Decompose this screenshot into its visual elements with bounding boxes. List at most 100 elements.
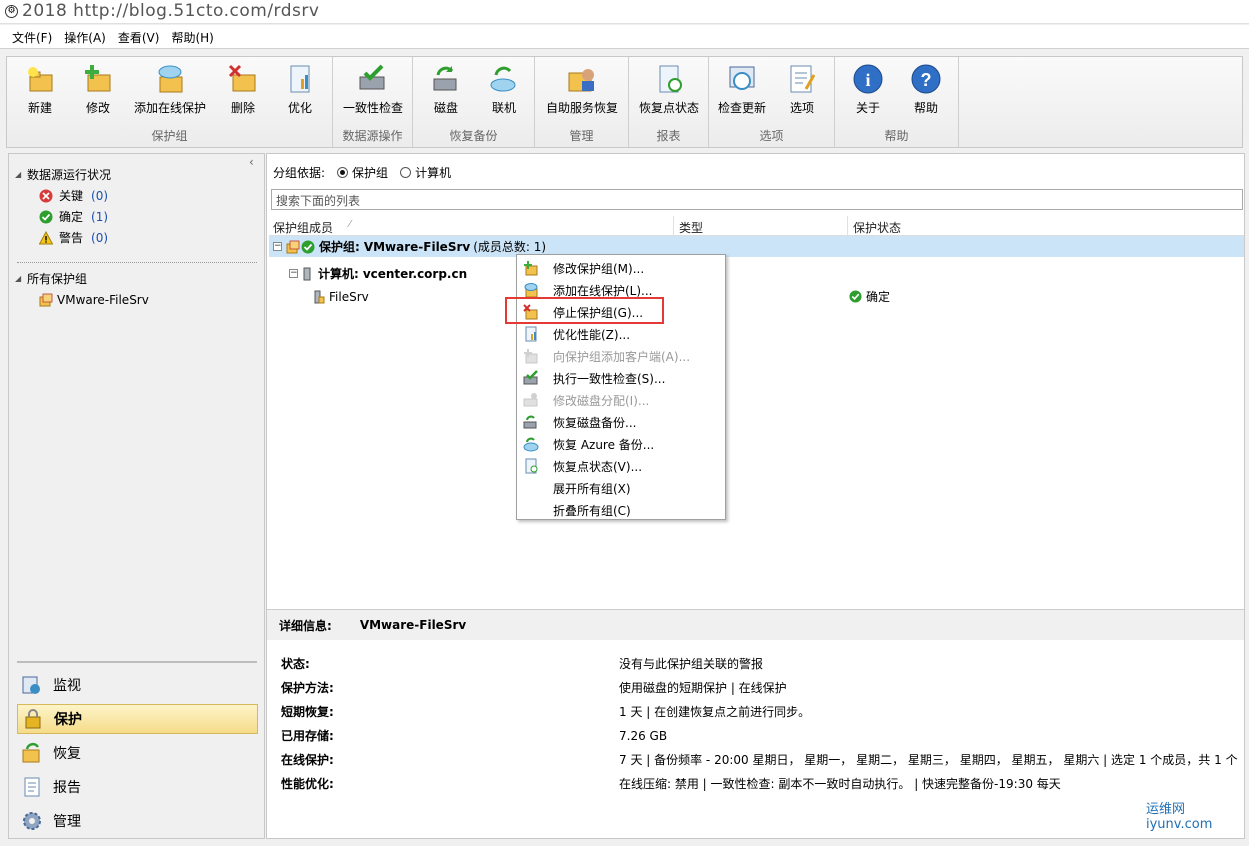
new-group-icon	[28, 67, 53, 92]
sort-indicator-icon: ⁄	[349, 219, 351, 230]
radio-group-by-protection-group[interactable]	[337, 167, 349, 178]
health-ok[interactable]: 确定 (1)	[15, 206, 111, 227]
check-update-icon	[729, 66, 755, 90]
menu-item-recover-disk[interactable]: 恢复磁盘备份...	[517, 411, 725, 433]
menu-item-consistency-check[interactable]: 执行一致性检查(S)...	[517, 367, 725, 389]
computer-row[interactable]: − 计算机: vcenter.corp.cn	[269, 263, 1244, 284]
ribbon-group-options: 检查更新 选项 选项	[709, 57, 835, 147]
collapse-toggle-icon[interactable]: −	[273, 242, 282, 251]
protection-lock-icon	[25, 709, 41, 729]
app-icon: ⚙	[5, 5, 18, 18]
recovery-point-icon	[525, 458, 538, 474]
column-divider[interactable]	[673, 216, 674, 236]
ribbon-toolbar: 新建 修改 添加在线保护 删除 优化 保护组 一致性检查 数据源操作 磁盘 联机…	[6, 56, 1243, 148]
ribbon-group-help: i 关于 ? 帮助 帮助	[835, 57, 959, 147]
health-critical[interactable]: 关键 (0)	[15, 185, 111, 206]
groups-tree: ◢ 所有保护组 VMware-FileSrv	[15, 268, 149, 310]
self-service-recovery-button[interactable]: 自助服务恢复	[541, 61, 623, 121]
about-button[interactable]: i 关于	[839, 61, 897, 121]
nav-management[interactable]: 管理	[17, 806, 258, 836]
column-type[interactable]: 类型	[679, 219, 703, 236]
health-warning[interactable]: 警告 (0)	[15, 227, 111, 248]
nav-divider	[17, 661, 257, 663]
disk-allocation-icon	[523, 393, 538, 407]
menu-action[interactable]: 操作(A)	[58, 25, 112, 48]
disk-recovery-icon	[433, 66, 457, 91]
add-online-protection-button[interactable]: 添加在线保护	[132, 61, 208, 121]
collapse-toggle-icon[interactable]: −	[289, 269, 298, 278]
recovery-point-status-button[interactable]: 恢复点状态	[635, 61, 703, 121]
expand-triangle-icon[interactable]: ◢	[15, 170, 27, 179]
menu-item-collapse-all[interactable]: 折叠所有组(C)	[517, 499, 725, 521]
modify-group-icon	[85, 65, 111, 92]
ribbon-group-manage: 自助服务恢复 管理	[535, 57, 629, 147]
radio-group-by-computer[interactable]	[400, 167, 412, 178]
check-update-button[interactable]: 检查更新	[713, 61, 771, 121]
critical-icon	[39, 189, 53, 202]
protection-group-row[interactable]: − 保护组: VMware-FileSrv (成员总数: 1)	[269, 236, 1244, 257]
ok-icon	[39, 210, 53, 223]
menu-help[interactable]: 帮助(H)	[165, 25, 219, 48]
detail-short-term: 短期恢复: 1 天 | 在创建恢复点之前进行同步。	[281, 705, 811, 719]
nav-reporting[interactable]: 报告	[17, 772, 258, 802]
nav-recovery[interactable]: 恢复	[17, 738, 258, 768]
divider	[17, 262, 257, 263]
nav-protection[interactable]: 保护	[17, 704, 258, 734]
column-member[interactable]: 保护组成员	[273, 219, 333, 236]
search-input[interactable]: 搜索下面的列表	[271, 189, 1243, 210]
column-divider[interactable]	[847, 216, 848, 236]
optimize-icon	[525, 326, 537, 342]
options-icon	[790, 65, 816, 93]
disk-recovery-button[interactable]: 磁盘	[417, 61, 475, 121]
modify-button[interactable]: 修改	[69, 61, 127, 121]
all-groups-header[interactable]: ◢ 所有保护组	[15, 268, 149, 289]
ok-icon	[301, 240, 315, 253]
collapse-pane-icon[interactable]: ‹	[249, 155, 254, 169]
svg-text:?: ?	[921, 70, 932, 90]
optimize-icon	[290, 65, 310, 93]
column-status[interactable]: 保护状态	[853, 219, 901, 236]
column-header: 保护组成员 ⁄ 类型 保护状态	[269, 216, 1244, 236]
recovery-point-icon	[659, 65, 682, 93]
details-panel: 详细信息: VMware-FileSrv 状态: 没有与此保护组关联的警报 保护方…	[267, 609, 1244, 838]
online-recovery-button[interactable]: 联机	[475, 61, 533, 121]
menu-item-optimize[interactable]: 优化性能(Z)...	[517, 323, 725, 345]
title-bar: ⚙ 2018 http://blog.51cto.com/rdsrv	[0, 0, 1249, 24]
azure-recovery-icon	[523, 437, 539, 452]
branding-logo: 运维网 iyunv.com	[1146, 802, 1213, 832]
watermark: 2018 http://blog.51cto.com/rdsrv	[22, 1, 320, 21]
highlight-box	[505, 297, 664, 324]
menu-file[interactable]: 文件(F)	[6, 25, 58, 48]
help-button[interactable]: ? 帮助	[897, 61, 955, 121]
consistency-check-button[interactable]: 一致性检查	[337, 61, 409, 121]
delete-group-icon	[228, 64, 256, 92]
modify-group-icon	[524, 261, 538, 276]
health-header[interactable]: ◢ 数据源运行状况	[15, 164, 111, 185]
menu-item-expand-all[interactable]: 展开所有组(X)	[517, 477, 725, 499]
management-gear-icon	[23, 812, 41, 830]
group-by-bar: 分组依据: 保护组 计算机	[273, 166, 452, 180]
optimize-button[interactable]: 优化	[271, 61, 329, 121]
group-item-vmware-filesrv[interactable]: VMware-FileSrv	[15, 289, 149, 310]
menu-item-modify-group[interactable]: 修改保护组(M)...	[517, 257, 725, 279]
ribbon-group-datasource: 一致性检查 数据源操作	[333, 57, 413, 147]
member-status: 确定	[849, 288, 890, 305]
expand-triangle-icon[interactable]: ◢	[15, 274, 27, 283]
new-button[interactable]: 新建	[11, 61, 69, 121]
menu-bar: 文件(F) 操作(A) 查看(V) 帮助(H)	[0, 25, 1249, 49]
menu-item-modify-disk-allocation: 修改磁盘分配(I)...	[517, 389, 725, 411]
menu-item-recovery-point-status[interactable]: 恢复点状态(V)...	[517, 455, 725, 477]
protection-group-icon	[286, 240, 300, 253]
consistency-check-icon	[523, 370, 538, 385]
menu-view[interactable]: 查看(V)	[112, 25, 166, 48]
member-row[interactable]: FileSrv 确定	[269, 286, 1244, 307]
options-button[interactable]: 选项	[773, 61, 831, 121]
detail-online-protection: 在线保护: 7 天 | 备份频率 - 20:00 星期日， 星期一， 星期二， 星…	[281, 753, 1238, 767]
ribbon-group-protection-group: 新建 修改 添加在线保护 删除 优化 保护组	[7, 57, 333, 147]
menu-item-recover-azure[interactable]: 恢复 Azure 备份...	[517, 433, 725, 455]
context-menu: 修改保护组(M)... 添加在线保护(L)... 停止保护组(G)... 优化性…	[516, 254, 726, 520]
navigation-pane: ‹ ◢ 数据源运行状况 关键 (0) 确定 (1) 警告 (0) ◢ 所有保护组 VMwa…	[8, 153, 265, 839]
detail-status: 状态: 没有与此保护组关联的警报	[281, 657, 764, 671]
nav-monitoring[interactable]: 监视	[17, 670, 258, 700]
delete-button[interactable]: 删除	[214, 61, 272, 121]
